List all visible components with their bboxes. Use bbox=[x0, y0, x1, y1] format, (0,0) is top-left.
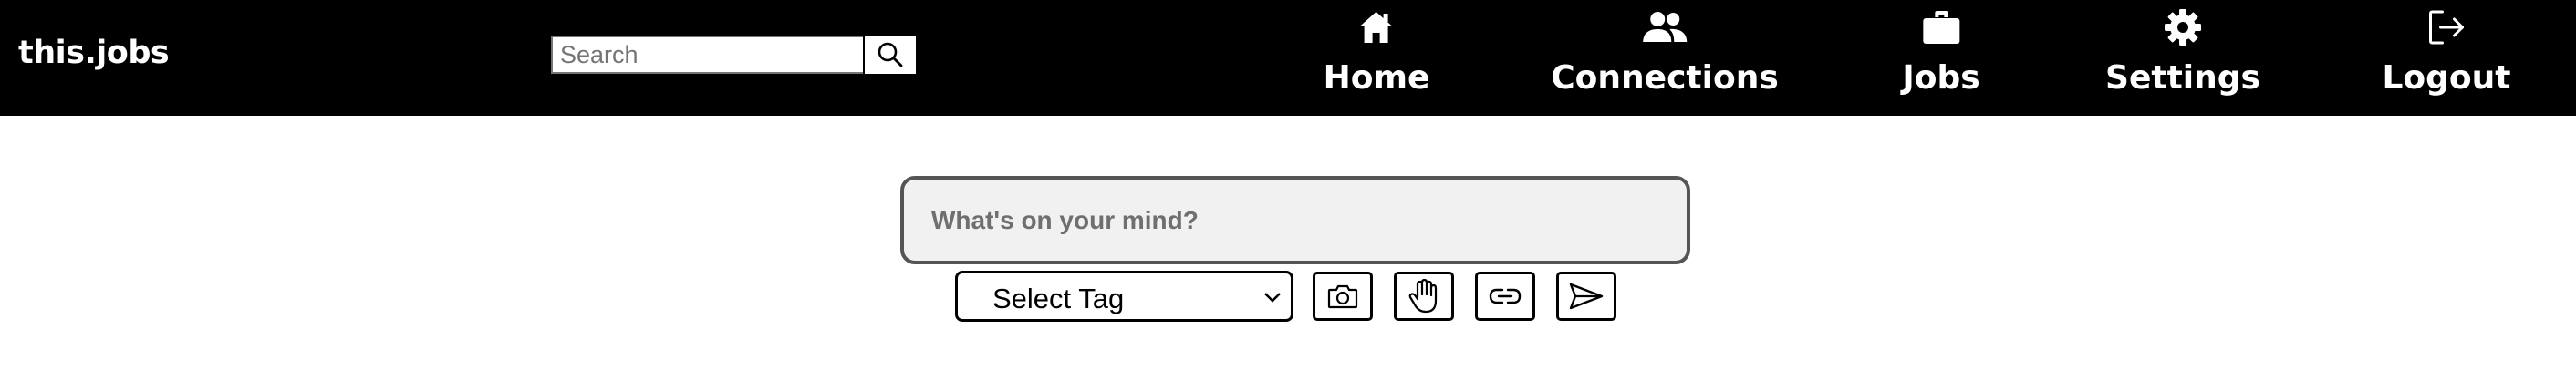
link-icon bbox=[1489, 288, 1522, 304]
briefcase-icon bbox=[1922, 11, 1959, 44]
nav-logout-label: Logout bbox=[2382, 59, 2511, 97]
people-icon bbox=[1642, 12, 1687, 42]
logout-icon bbox=[2428, 10, 2464, 45]
chevron-down-icon bbox=[1264, 293, 1281, 303]
home-icon bbox=[1359, 12, 1393, 43]
hand-icon bbox=[1408, 279, 1438, 314]
nav-settings-label: Settings bbox=[2105, 59, 2260, 97]
nav-connections[interactable]: Connections bbox=[1551, 7, 1779, 97]
nav-jobs-label: Jobs bbox=[1902, 59, 1980, 97]
search-icon bbox=[878, 42, 903, 67]
nav-settings[interactable]: Settings bbox=[2105, 7, 2260, 97]
search-button[interactable] bbox=[863, 34, 918, 76]
send-icon bbox=[1569, 283, 1604, 310]
gear-icon bbox=[2165, 9, 2201, 46]
brand-logo[interactable]: this.jobs bbox=[18, 35, 170, 71]
top-navbar: this.jobs Home Connection bbox=[0, 0, 2576, 116]
tag-select-value: Select Tag bbox=[992, 283, 1125, 314]
nav-connections-label: Connections bbox=[1551, 59, 1779, 97]
add-gesture-button[interactable] bbox=[1394, 272, 1454, 321]
add-link-button[interactable] bbox=[1475, 272, 1535, 321]
nav-home[interactable]: Home bbox=[1323, 7, 1430, 97]
nav-logout[interactable]: Logout bbox=[2382, 7, 2511, 97]
send-post-button[interactable] bbox=[1556, 272, 1616, 321]
camera-icon bbox=[1327, 284, 1358, 309]
nav-home-label: Home bbox=[1323, 59, 1430, 97]
post-input[interactable] bbox=[900, 176, 1690, 264]
tag-select[interactable]: Select Tag bbox=[955, 271, 1293, 322]
search-bar bbox=[551, 34, 918, 77]
nav-jobs[interactable]: Jobs bbox=[1902, 7, 1980, 97]
search-input[interactable] bbox=[551, 36, 863, 74]
add-photo-button[interactable] bbox=[1313, 272, 1373, 321]
